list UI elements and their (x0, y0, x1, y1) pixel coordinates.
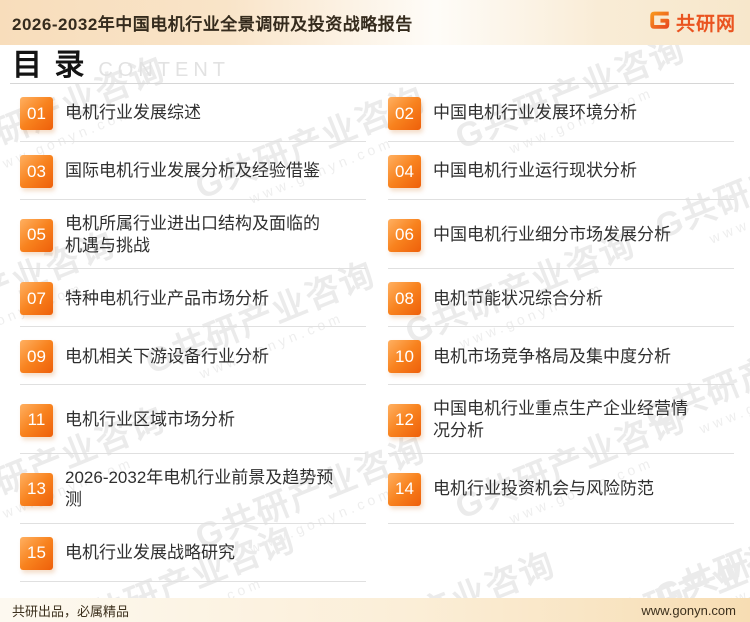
toc-item-number: 06 (388, 218, 421, 252)
toc-grid: 01 电机行业发展综述 02 中国电机行业发展环境分析 03 国际电机行业发展分… (10, 84, 734, 582)
toc-item-06[interactable]: 06 中国电机行业细分市场发展分析 (388, 200, 734, 270)
toc-item-label: 电机行业区域市场分析 (65, 410, 235, 430)
toc-item-01[interactable]: 01 电机行业发展综述 (20, 84, 366, 142)
toc-item-number: 08 (388, 282, 421, 316)
toc-item-label: 特种电机行业产品市场分析 (65, 288, 269, 308)
toc-item-12[interactable]: 12 中国电机行业重点生产企业经营情况分析 (388, 385, 734, 455)
toc-item-label: 电机行业发展战略研究 (65, 543, 235, 563)
footer: 共研出品，必属精品 www.gonyn.com (0, 598, 750, 622)
toc-item-08[interactable]: 08 电机节能状况综合分析 (388, 269, 734, 328)
toc-item-number: 13 (20, 472, 53, 506)
toc-item-02[interactable]: 02 中国电机行业发展环境分析 (388, 84, 734, 142)
toc-item-number: 12 (388, 403, 421, 437)
toc-item-number: 10 (388, 340, 421, 374)
toc-item-label: 中国电机行业发展环境分析 (433, 103, 637, 123)
header: 2026-2032年中国电机行业全景调研及投资战略报告 共研网 (0, 0, 750, 45)
logo-text: 共研网 (675, 14, 736, 35)
toc-item-label: 电机市场竞争格局及集中度分析 (433, 346, 671, 366)
toc-item-04[interactable]: 04 中国电机行业运行现状分析 (388, 142, 734, 200)
toc-item-15[interactable]: 15 电机行业发展战略研究 (20, 524, 366, 582)
toc-item-label: 电机相关下游设备行业分析 (65, 346, 269, 366)
toc-item-number: 11 (20, 403, 53, 437)
toc-item-label: 电机所属行业进出口结构及面临的机遇与挑战 (65, 214, 320, 256)
toc-heading: 目 录 (12, 49, 87, 82)
toc-item-label: 中国电机行业重点生产企业经营情况分析 (433, 399, 688, 441)
toc-item-number: 14 (388, 472, 421, 506)
toc-item-05[interactable]: 05 电机所属行业进出口结构及面临的机遇与挑战 (20, 200, 366, 270)
toc-item-label: 电机行业发展综述 (65, 103, 201, 123)
toc-item-13[interactable]: 13 2026-2032年电机行业前景及趋势预测 (20, 454, 366, 524)
toc-item-label: 国际电机行业发展分析及经验借鉴 (65, 161, 320, 181)
toc-empty-cell (388, 524, 734, 582)
toc-item-number: 15 (20, 536, 53, 570)
toc-item-label: 中国电机行业运行现状分析 (433, 161, 637, 181)
toc-heading-en: CONTENT (98, 59, 231, 81)
toc-item-14[interactable]: 14 电机行业投资机会与风险防范 (388, 454, 734, 524)
toc-item-number: 01 (20, 97, 53, 130)
toc-item-11[interactable]: 11 电机行业区域市场分析 (20, 385, 366, 455)
toc-item-07[interactable]: 07 特种电机行业产品市场分析 (20, 269, 366, 328)
toc-item-10[interactable]: 10 电机市场竞争格局及集中度分析 (388, 327, 734, 386)
logo-link[interactable]: 共研网 (649, 9, 736, 36)
gonyn-logo-icon (649, 9, 671, 36)
toc-item-label: 中国电机行业细分市场发展分析 (433, 225, 671, 245)
footer-slogan: 共研出品，必属精品 (12, 603, 130, 619)
toc-item-number: 02 (388, 97, 421, 130)
toc-header: 目 录 CONTENT (10, 45, 734, 84)
toc-item-03[interactable]: 03 国际电机行业发展分析及经验借鉴 (20, 142, 366, 200)
toc-item-number: 04 (388, 155, 421, 188)
toc-item-label: 2026-2032年电机行业前景及趋势预测 (65, 468, 334, 510)
toc-page: 目 录 CONTENT 01 电机行业发展综述 02 中国电机行业发展环境分析 … (0, 45, 750, 582)
report-title: 2026-2032年中国电机行业全景调研及投资战略报告 (12, 15, 413, 34)
toc-item-label: 电机节能状况综合分析 (433, 288, 603, 308)
footer-url[interactable]: www.gonyn.com (641, 603, 736, 618)
toc-item-number: 07 (20, 282, 53, 316)
toc-item-number: 05 (20, 218, 53, 252)
toc-item-label: 电机行业投资机会与风险防范 (433, 479, 654, 499)
toc-item-number: 09 (20, 340, 53, 374)
toc-item-09[interactable]: 09 电机相关下游设备行业分析 (20, 327, 366, 386)
toc-item-number: 03 (20, 155, 53, 188)
